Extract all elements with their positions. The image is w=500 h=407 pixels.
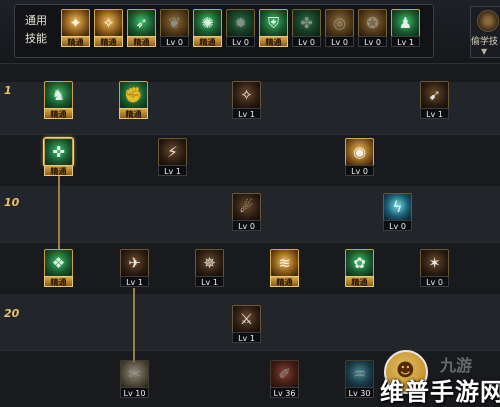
whirl-icon[interactable]: ✿ 精通: [345, 249, 374, 287]
eye-icon[interactable]: ◉ Lv 0: [345, 138, 374, 176]
shield-icon[interactable]: ⛨ 精通: [259, 9, 288, 47]
run-icon[interactable]: ➶ 精通: [127, 9, 156, 47]
common-skill-slot[interactable]: ❦ Lv 0: [160, 9, 189, 53]
spirit-icon[interactable]: ♞ 精通: [44, 81, 73, 119]
steal-skill-button[interactable]: 偷学技 ▼: [470, 6, 500, 58]
flex-icon[interactable]: ✧ 精通: [94, 9, 123, 47]
claw-icon[interactable]: ✐ Lv 36: [270, 360, 299, 398]
level-marker-10: 10: [4, 196, 20, 209]
stance-icon[interactable]: ♟ Lv 1: [391, 9, 420, 47]
target-icon[interactable]: ◎ Lv 0: [325, 9, 354, 47]
star-burst-icon[interactable]: ✹ Lv 0: [226, 9, 255, 47]
common-skills-label: 通用技能: [25, 14, 47, 45]
scatter-icon[interactable]: ✂ Lv 10: [120, 360, 149, 398]
row-divider: [0, 242, 500, 243]
wing-strike-icon[interactable]: ✈ Lv 1: [120, 249, 149, 287]
common-skill-slot[interactable]: ✺ 精通: [193, 9, 222, 53]
sprint-icon[interactable]: ✜ 精通: [44, 138, 73, 176]
spike-icon[interactable]: ✶ Lv 0: [420, 249, 449, 287]
dash-icon[interactable]: ☄ Lv 0: [232, 193, 261, 231]
common-skill-slot[interactable]: ➶ 精通: [127, 9, 156, 53]
kneel-icon[interactable]: ✦ 精通: [61, 9, 90, 47]
blade-icon[interactable]: ⚔ Lv 1: [232, 305, 261, 343]
tree-row-bg: [0, 134, 500, 186]
watermark-text: 维普手游网: [380, 378, 500, 406]
common-skill-slot[interactable]: ✦ 精通: [61, 9, 90, 53]
wings-icon[interactable]: ❦ Lv 0: [160, 9, 189, 47]
common-skill-slot[interactable]: ✪ Lv 0: [358, 9, 387, 53]
common-skill-panel: 通用技能 ✦ 精通 ✧ 精通 ➶ 精通 ❦ Lv 0 ✺ 精通 ✹ Lv 0 ⛨ 精通 ✤ Lv…: [14, 4, 434, 58]
tree-connector: [58, 176, 60, 250]
muscle-icon[interactable]: ✪ Lv 0: [358, 9, 387, 47]
row-divider: [0, 350, 500, 351]
steal-icon: [477, 10, 499, 32]
compass-icon[interactable]: ✺ 精通: [193, 9, 222, 47]
water-icon[interactable]: ♒ Lv 30: [345, 360, 374, 398]
common-skill-bar: 通用技能 ✦ 精通 ✧ 精通 ➶ 精通 ❦ Lv 0 ✺ 精通 ✹ Lv 0 ⛨ 精通 ✤ Lv…: [0, 0, 500, 64]
common-skill-slot[interactable]: ◎ Lv 0: [325, 9, 354, 53]
pose-icon[interactable]: ✤ Lv 0: [292, 9, 321, 47]
uppercut-icon[interactable]: ✧ Lv 1: [232, 81, 261, 119]
dragon-icon[interactable]: ✵ Lv 1: [195, 249, 224, 287]
common-skill-slot[interactable]: ✧ 精通: [94, 9, 123, 53]
tree-row-bg: [0, 64, 500, 82]
row-divider: [0, 134, 500, 135]
common-skill-slot[interactable]: ✤ Lv 0: [292, 9, 321, 53]
common-skill-slot[interactable]: ✹ Lv 0: [226, 9, 255, 53]
level-marker-1: 1: [4, 84, 12, 97]
slide-icon[interactable]: ➹ Lv 1: [420, 81, 449, 119]
common-skill-slot[interactable]: ♟ Lv 1: [391, 9, 420, 53]
tree-connector: [133, 288, 135, 362]
strike-icon[interactable]: ✊ 精通: [119, 81, 148, 119]
chevron-down-icon: ▼: [481, 47, 488, 56]
kick-icon[interactable]: ⚡ Lv 1: [158, 138, 187, 176]
aura-icon[interactable]: ❖ 精通: [44, 249, 73, 287]
steal-skill-label: 偷学技: [471, 37, 499, 47]
lightning-icon[interactable]: ϟ Lv 0: [383, 193, 412, 231]
level-marker-20: 20: [4, 307, 20, 320]
ground-slam-icon[interactable]: ≋ 精通: [270, 249, 299, 287]
common-skill-slot[interactable]: ⛨ 精通: [259, 9, 288, 53]
